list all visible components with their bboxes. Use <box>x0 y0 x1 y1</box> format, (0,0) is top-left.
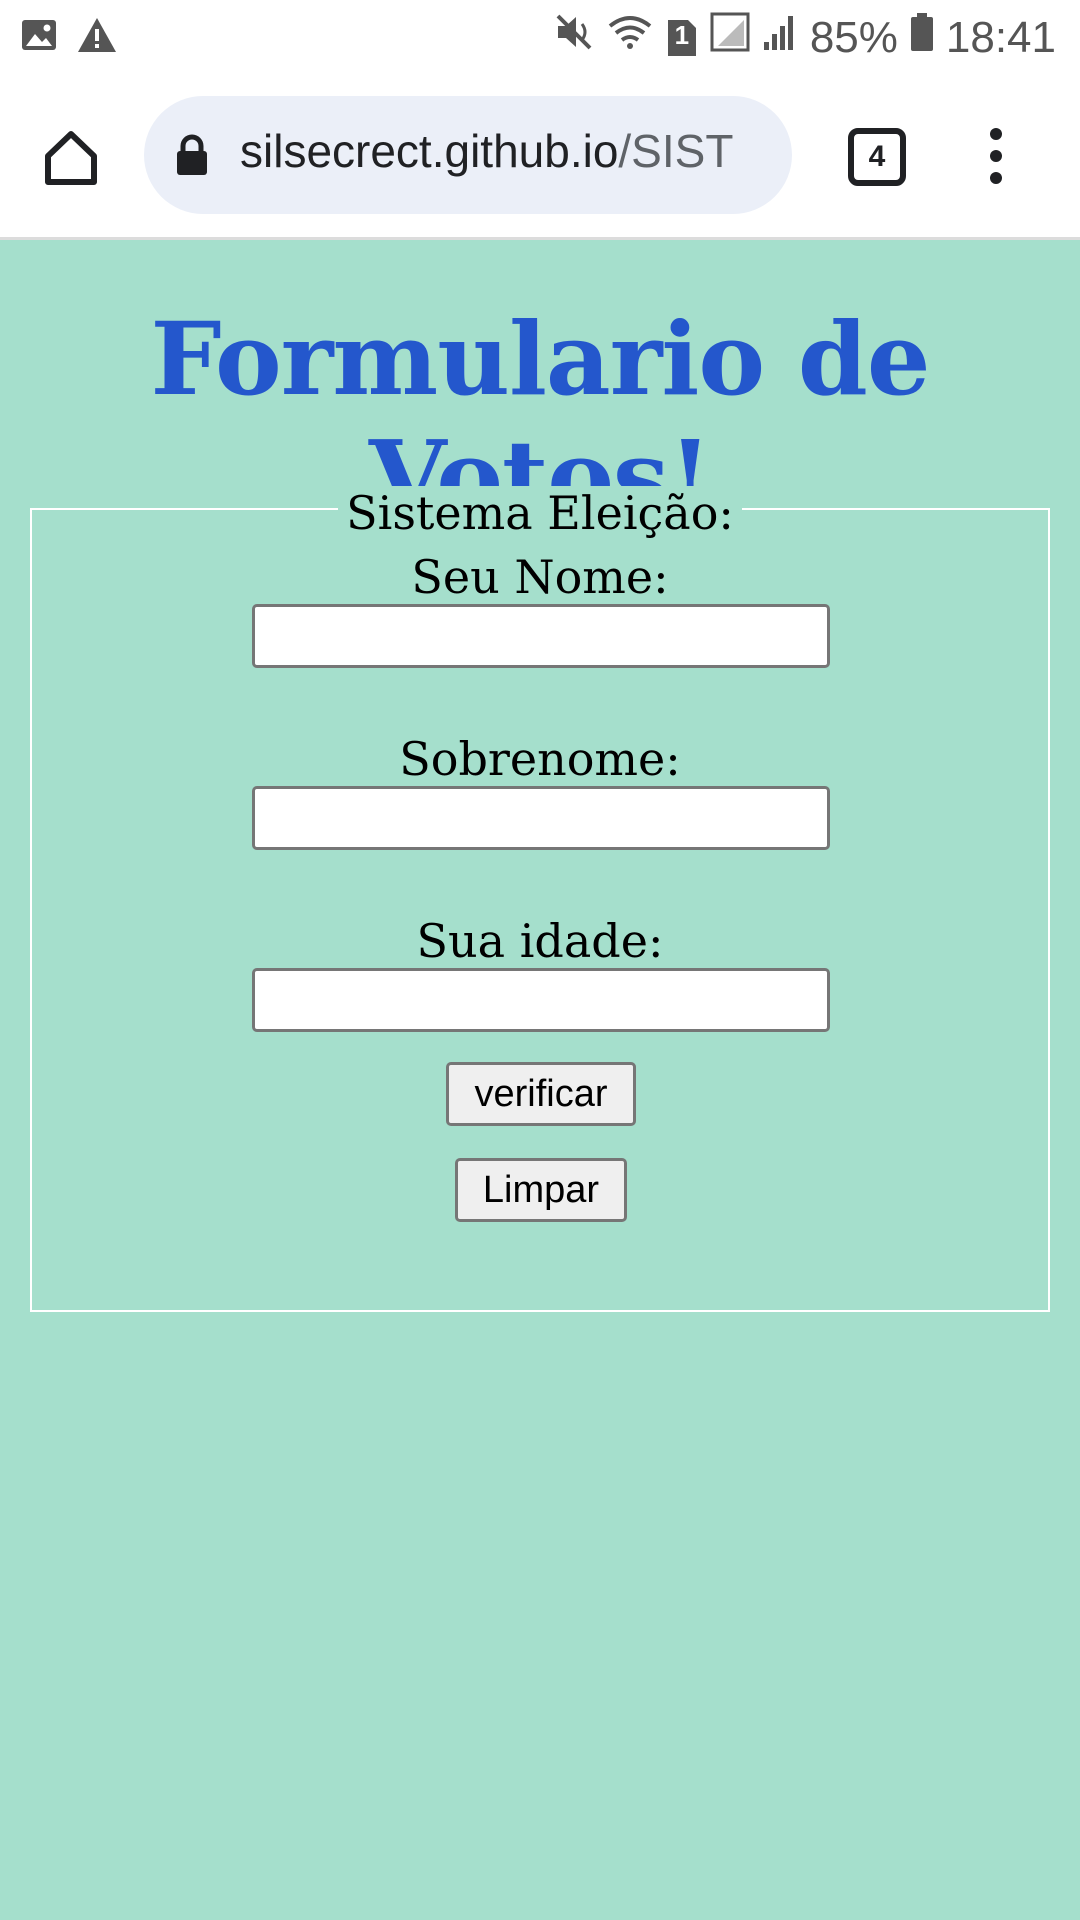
web-page: Formulario de Votos! Sistema Eleição: Se… <box>0 240 1080 1920</box>
mute-icon <box>554 12 594 63</box>
home-icon[interactable] <box>40 126 102 188</box>
url-domain: silsecrect.github.io <box>240 125 619 177</box>
name-label: Seu Nome: <box>411 550 669 604</box>
signal-icon <box>710 12 750 63</box>
tabs-icon[interactable]: 4 <box>848 128 906 186</box>
verify-button[interactable]: verificar <box>446 1062 636 1126</box>
clear-button[interactable]: Limpar <box>455 1158 627 1222</box>
sim-badge: 1 <box>674 19 690 50</box>
browser-toolbar: silsecrect.github.io/SIST 4 <box>0 76 1080 240</box>
more-vert-icon[interactable] <box>982 128 1010 184</box>
status-bar: 1 85% 18:41 <box>0 0 1080 76</box>
sim-1-icon: 1 <box>666 18 698 58</box>
surname-label: Sobrenome: <box>399 732 681 786</box>
name-input[interactable] <box>252 604 830 668</box>
url-text[interactable]: silsecrect.github.io/SIST <box>240 124 733 178</box>
clock: 18:41 <box>945 12 1056 62</box>
battery-percent: 85% <box>809 12 898 62</box>
legend-text: Sistema Eleição: <box>338 486 742 540</box>
wifi-icon <box>606 12 654 63</box>
election-form: Sistema Eleição: Seu Nome: Sobrenome: Su… <box>30 486 1050 1312</box>
age-label: Sua idade: <box>416 914 664 968</box>
gallery-icon <box>20 16 58 58</box>
address-bar[interactable]: silsecrect.github.io/SIST <box>144 96 792 214</box>
tab-count: 4 <box>868 140 886 173</box>
form-legend: Sistema Eleição: <box>32 486 1048 540</box>
age-input[interactable] <box>252 968 830 1032</box>
url-path: /SIST <box>618 125 734 177</box>
battery-icon <box>910 12 934 63</box>
lock-icon[interactable] <box>174 132 210 176</box>
signal-icon <box>762 12 798 63</box>
surname-input[interactable] <box>252 786 830 850</box>
warning-icon <box>76 16 118 58</box>
